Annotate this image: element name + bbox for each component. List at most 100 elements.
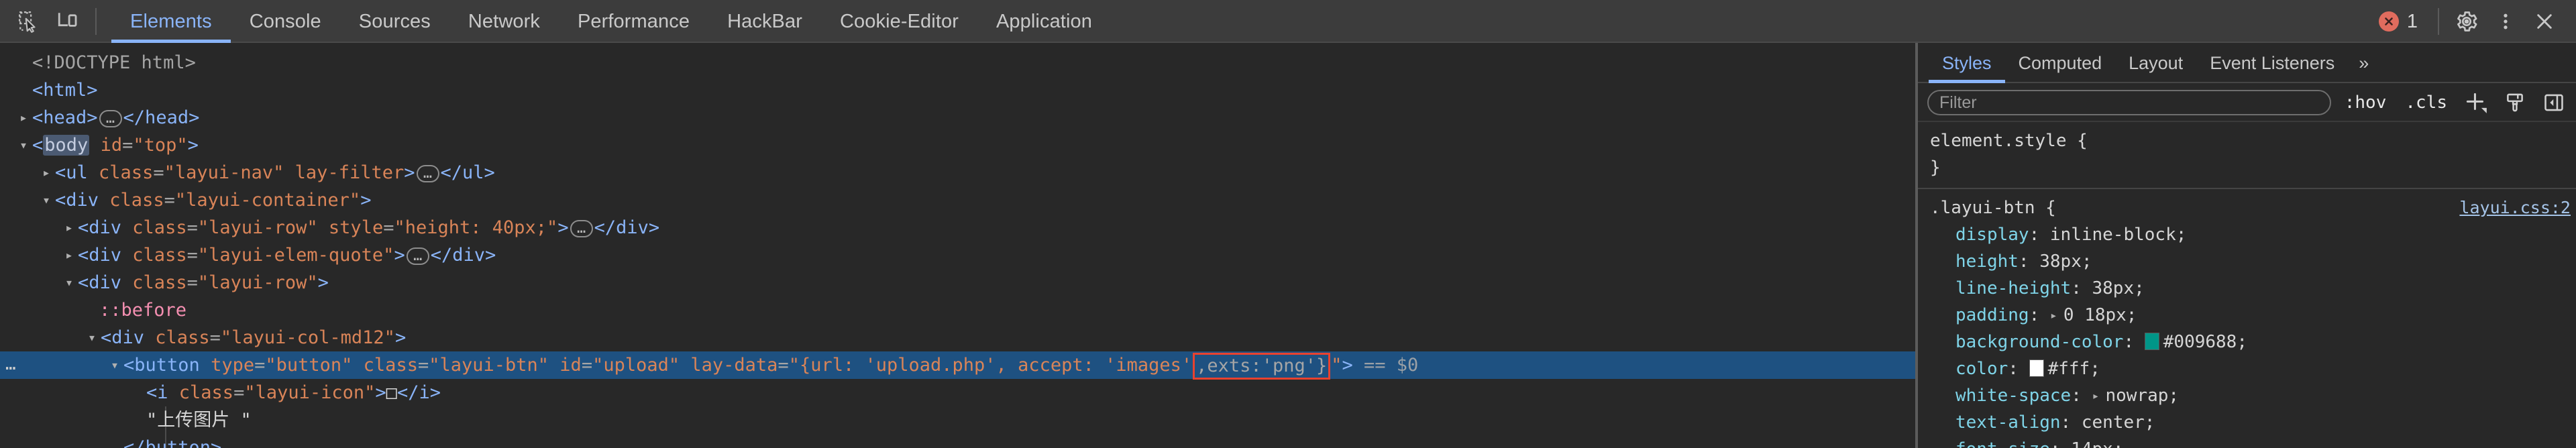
collapse-triangle-body[interactable]: ▾: [15, 131, 32, 159]
panel-tabs: Elements Console Sources Network Perform…: [111, 0, 1111, 43]
expand-shorthand-icon[interactable]: ▸: [2092, 383, 2106, 410]
expand-triangle-ul[interactable]: ▸: [38, 159, 55, 186]
pseudo-before-label: ::before: [99, 300, 187, 321]
paintbrush-icon[interactable]: [2500, 87, 2530, 118]
tab-console-label: Console: [249, 10, 321, 32]
expand-shorthand-icon[interactable]: ▸: [2050, 302, 2063, 329]
html-open-tag: <html>: [32, 80, 98, 101]
expand-triangle-quote[interactable]: ▸: [60, 241, 78, 269]
collapsed-children-badge[interactable]: …: [416, 164, 439, 182]
gear-icon[interactable]: [2447, 2, 2486, 41]
toolbar-divider: [95, 8, 97, 35]
filter-input[interactable]: [1927, 90, 2331, 115]
button-close-tag: </button>: [123, 437, 222, 448]
rule-selector[interactable]: element.style {: [1918, 127, 2576, 154]
tab-performance-label: Performance: [577, 10, 690, 32]
tab-hackbar[interactable]: HackBar: [708, 0, 821, 43]
tab-sources-label: Sources: [358, 10, 431, 32]
collapsed-children-badge[interactable]: …: [570, 219, 593, 237]
dom-line-i-icon[interactable]: ▸<i class="layui-icon">□</i>: [0, 379, 1915, 406]
tab-sources[interactable]: Sources: [340, 0, 449, 43]
hov-toggle-button[interactable]: :hov: [2339, 93, 2392, 113]
tab-computed[interactable]: Computed: [2005, 43, 2116, 83]
tab-hackbar-label: HackBar: [727, 10, 802, 32]
sidebar-toggle-icon[interactable]: [2538, 87, 2569, 118]
tab-cookie-editor-label: Cookie-Editor: [839, 10, 959, 32]
dom-line-ul-nav[interactable]: ▸ <ul class="layui-nav" lay-filter>… </ul>: [0, 159, 1915, 186]
tab-layout[interactable]: Layout: [2115, 43, 2196, 83]
css-declaration[interactable]: height: 38px;: [1918, 248, 2576, 275]
more-tabs-icon[interactable]: »: [2348, 43, 2379, 83]
collapse-triangle-col[interactable]: ▾: [83, 324, 101, 351]
tab-application-label: Application: [996, 10, 1092, 32]
tab-styles-label: Styles: [1942, 52, 1992, 73]
tab-elements[interactable]: Elements: [111, 0, 231, 43]
attribute-edit-box[interactable]: ,exts:'png'}: [1193, 352, 1331, 380]
device-toolbar-icon[interactable]: [48, 2, 87, 41]
style-origin-link[interactable]: layui.css:2: [2459, 194, 2571, 221]
tab-network[interactable]: Network: [449, 0, 559, 43]
devtools-toolbar: Elements Console Sources Network Perform…: [0, 0, 2576, 43]
dom-line-button-close[interactable]: ▸</button>: [0, 434, 1915, 448]
dom-line-button-upload[interactable]: … ▾ <button type="button" class="layui-bt…: [0, 351, 1915, 380]
css-rules-list[interactable]: element.style { } .layui-btn { layui.css…: [1918, 122, 2576, 448]
doctype-text: <!DOCTYPE html>: [32, 52, 196, 73]
css-declaration[interactable]: line-height: 38px;: [1918, 275, 2576, 302]
color-swatch[interactable]: [2029, 359, 2044, 377]
dom-line-div-row[interactable]: ▾ <div class="layui-row">: [0, 269, 1915, 296]
css-declaration[interactable]: display: inline-block;: [1918, 221, 2576, 248]
tab-computed-label: Computed: [2018, 52, 2102, 73]
error-icon: [2378, 11, 2399, 32]
tab-event-listeners[interactable]: Event Listeners: [2196, 43, 2348, 83]
error-counter[interactable]: 1: [2367, 11, 2430, 33]
toolbar-right-controls: 1: [2367, 0, 2576, 43]
toolbar-divider-right: [2438, 8, 2439, 35]
plus-icon[interactable]: [2461, 87, 2491, 118]
css-declaration[interactable]: text-align: center;: [1918, 409, 2576, 436]
kebab-menu-icon[interactable]: [2486, 2, 2525, 41]
expand-triangle-head[interactable]: ▸: [15, 104, 32, 131]
css-declaration[interactable]: padding: ▸ 0 18px;: [1918, 302, 2576, 329]
rule-closing-brace: }: [1930, 158, 1941, 178]
rule-selector[interactable]: .layui-btn { layui.css:2: [1918, 194, 2576, 221]
rule-element-style[interactable]: element.style { }: [1918, 122, 2576, 188]
collapse-triangle-container[interactable]: ▾: [38, 186, 55, 214]
tab-event-listeners-label: Event Listeners: [2210, 52, 2335, 73]
dom-line-pseudo-before[interactable]: ::before: [0, 296, 1915, 324]
close-icon[interactable]: [2525, 2, 2564, 41]
tab-network-label: Network: [468, 10, 540, 32]
dom-tree-panel[interactable]: ▸<!DOCTYPE html> ▸<html> ▸<head>…</head>…: [0, 43, 1915, 448]
collapsed-children-badge[interactable]: …: [406, 247, 429, 265]
dom-line-div-col-md12[interactable]: ▾ <div class="layui-col-md12">: [0, 324, 1915, 351]
dom-line-body[interactable]: ▾ <body id="top">: [0, 131, 1915, 159]
devtools-window: Elements Console Sources Network Perform…: [0, 0, 2576, 448]
tab-cookie-editor[interactable]: Cookie-Editor: [821, 0, 977, 43]
expand-triangle-row40[interactable]: ▸: [60, 214, 78, 241]
collapsed-children-badge[interactable]: …: [99, 109, 122, 127]
dom-line-doctype[interactable]: ▸<!DOCTYPE html>: [0, 49, 1915, 76]
css-declaration[interactable]: font-size: 14px;: [1918, 436, 2576, 448]
dom-line-div-row-40[interactable]: ▸ <div class="layui-row" style="height: 4…: [0, 214, 1915, 241]
tab-application[interactable]: Application: [977, 0, 1111, 43]
dom-line-div-elem-quote[interactable]: ▸ <div class="layui-elem-quote">… </div>: [0, 241, 1915, 269]
cls-toggle-button[interactable]: .cls: [2400, 93, 2453, 113]
tab-layout-label: Layout: [2129, 52, 2184, 73]
tab-performance[interactable]: Performance: [559, 0, 708, 43]
dom-line-html[interactable]: ▸<html>: [0, 76, 1915, 104]
dom-line-div-container[interactable]: ▾ <div class="layui-container">: [0, 186, 1915, 214]
dom-line-head[interactable]: ▸ <head>… </head>: [0, 104, 1915, 131]
tab-console[interactable]: Console: [231, 0, 340, 43]
css-declaration[interactable]: color: #fff;: [1918, 355, 2576, 382]
dom-line-text-node[interactable]: ▸"上传图片 ": [0, 406, 1915, 434]
collapse-triangle-button[interactable]: ▾: [106, 351, 123, 379]
rule-layui-btn[interactable]: .layui-btn { layui.css:2 display: inline…: [1918, 188, 2576, 448]
collapse-triangle-row[interactable]: ▾: [60, 269, 78, 296]
color-swatch[interactable]: [2144, 333, 2159, 350]
css-declaration[interactable]: background-color: #009688;: [1918, 329, 2576, 355]
tab-styles[interactable]: Styles: [1929, 43, 2005, 83]
selected-node-ref: == $0: [1364, 355, 1419, 376]
row-more-dots[interactable]: …: [5, 351, 17, 379]
inspect-element-icon[interactable]: [9, 2, 48, 41]
css-declaration[interactable]: white-space: ▸ nowrap;: [1918, 382, 2576, 409]
styles-filter-row: :hov .cls: [1918, 83, 2576, 122]
